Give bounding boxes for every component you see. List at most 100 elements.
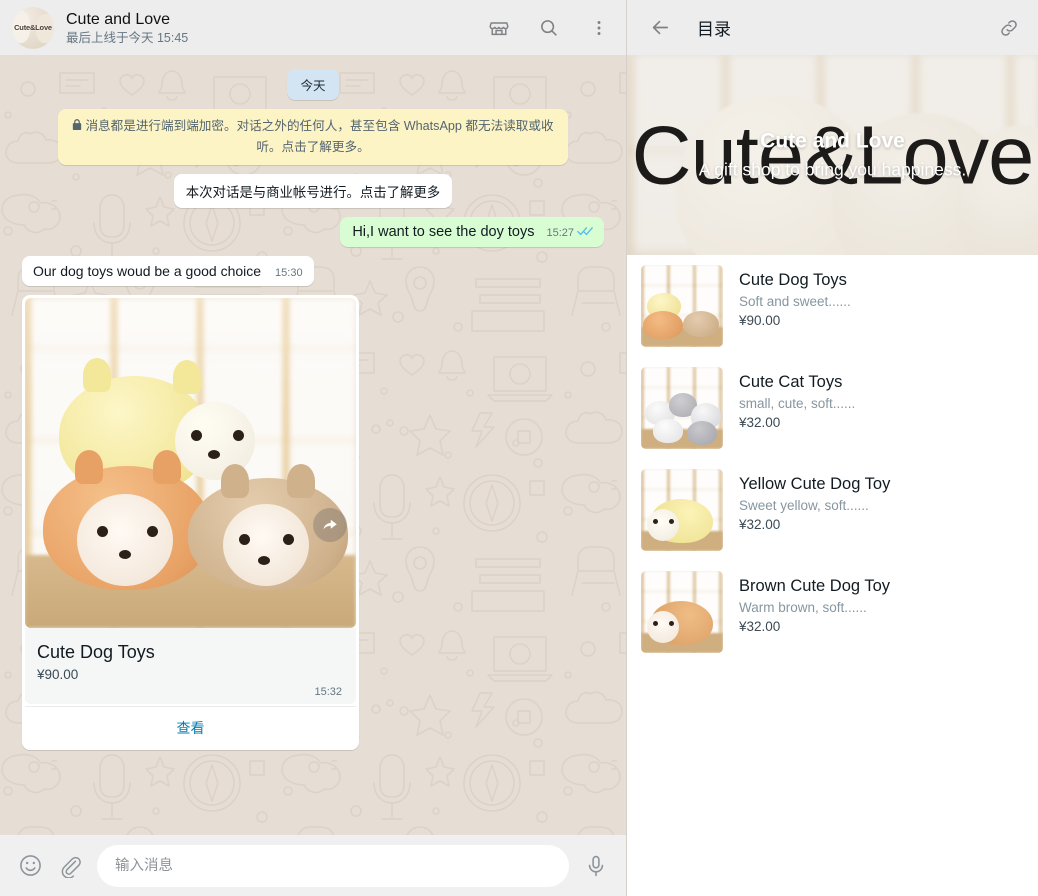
- plush-nose: [208, 450, 220, 459]
- product-description: small, cute, soft......: [739, 396, 1026, 411]
- chat-message-area[interactable]: 今天 消息都是进行端到端加密。对话之外的任何人，甚至包含 WhatsApp 都无…: [0, 55, 626, 835]
- thumb-plush-face: [647, 509, 679, 541]
- message-time: 15:27: [546, 227, 574, 239]
- message-text: Hi,I want to see the doy toys: [352, 224, 534, 240]
- thumb-plush-eye: [669, 519, 674, 524]
- business-notice-row: 本次对话是与商业帐号进行。点击了解更多: [22, 174, 604, 208]
- link-icon[interactable]: [996, 15, 1022, 41]
- product-details: Cute Cat Toys small, cute, soft...... ¥3…: [739, 367, 1038, 449]
- message-meta: 15:27: [546, 225, 594, 240]
- plush-brown-face: [223, 504, 309, 586]
- product-card-title: Cute Dog Toys: [37, 642, 344, 663]
- catalog-pane: 目录 Cute&Love Cute and Love A gift shop t…: [627, 0, 1038, 896]
- lock-icon: [72, 117, 82, 137]
- product-thumbnail: [641, 265, 723, 347]
- product-image[interactable]: [25, 298, 356, 628]
- list-item[interactable]: Cute Dog Toys Soft and sweet...... ¥90.0…: [627, 255, 1038, 357]
- product-card-time: 15:32: [37, 686, 344, 698]
- plush-eye: [283, 534, 294, 545]
- product-card-price: ¥90.00: [37, 667, 344, 682]
- message-text: Our dog toys woud be a good choice: [33, 263, 261, 279]
- list-item[interactable]: Yellow Cute Dog Toy Sweet yellow, soft..…: [627, 459, 1038, 561]
- product-name: Brown Cute Dog Toy: [739, 575, 1026, 597]
- chat-header-actions: [486, 15, 612, 41]
- paperclip-icon[interactable]: [57, 853, 83, 879]
- thumb-plush-face: [647, 611, 679, 643]
- plush-eye: [97, 526, 108, 537]
- overflow-menu-icon[interactable]: [586, 15, 612, 41]
- shop-name: Cute and Love: [627, 130, 1038, 154]
- avatar[interactable]: Cute&Love: [12, 7, 54, 49]
- product-description: Warm brown, soft......: [739, 600, 1026, 615]
- product-details: Yellow Cute Dog Toy Sweet yellow, soft..…: [739, 469, 1038, 551]
- product-description: Sweet yellow, soft......: [739, 498, 1026, 513]
- thumb-plush: [687, 421, 717, 445]
- contact-status: 最后上线于今天 15:45: [66, 30, 474, 46]
- thumb-plush: [643, 311, 683, 339]
- chat-header-text[interactable]: Cute and Love 最后上线于今天 15:45: [66, 10, 474, 46]
- outgoing-message-bubble[interactable]: Hi,I want to see the doy toys 15:27: [340, 217, 604, 247]
- product-card-row: Cute Dog Toys ¥90.00 15:32 查看: [22, 295, 604, 750]
- avatar-label: Cute&Love: [14, 23, 52, 32]
- thumb-plush: [683, 311, 719, 337]
- plush-nose: [119, 550, 131, 559]
- message-input[interactable]: [97, 845, 569, 887]
- plush-eye: [233, 430, 244, 441]
- thumb-plush: [653, 419, 683, 443]
- plush-ear: [287, 464, 315, 498]
- plush-nose: [258, 556, 270, 565]
- product-details: Cute Dog Toys Soft and sweet...... ¥90.0…: [739, 265, 1038, 347]
- product-price: ¥32.00: [739, 619, 1026, 634]
- message-list: 今天 消息都是进行端到端加密。对话之外的任何人，甚至包含 WhatsApp 都无…: [0, 55, 626, 835]
- product-name: Cute Dog Toys: [739, 269, 1026, 291]
- list-item[interactable]: Cute Cat Toys small, cute, soft...... ¥3…: [627, 357, 1038, 459]
- view-product-button[interactable]: 查看: [25, 707, 356, 750]
- thumb-plush-eye: [669, 621, 674, 626]
- product-card-info: Cute Dog Toys ¥90.00 15:32: [25, 628, 356, 704]
- emoji-smiley-icon[interactable]: [17, 853, 43, 879]
- message-time: 15:30: [275, 267, 303, 279]
- plush-eye: [239, 534, 250, 545]
- message-row-incoming: Our dog toys woud be a good choice 15:30: [22, 256, 604, 286]
- microphone-icon[interactable]: [583, 853, 609, 879]
- incoming-message-bubble[interactable]: Our dog toys woud be a good choice 15:30: [22, 256, 314, 286]
- product-price: ¥90.00: [739, 313, 1026, 328]
- read-receipt-icon: [577, 225, 594, 240]
- date-pill: 今天: [287, 69, 338, 100]
- forward-arrow-icon[interactable]: [313, 508, 347, 542]
- product-price: ¥32.00: [739, 517, 1026, 532]
- plush-ear: [83, 358, 111, 392]
- plush-ear: [75, 450, 103, 484]
- message-row-outgoing: Hi,I want to see the doy toys 15:27: [22, 217, 604, 247]
- product-name: Cute Cat Toys: [739, 371, 1026, 393]
- catalog-header: 目录: [627, 0, 1038, 55]
- app-root: Cute&Love Cute and Love 最后上线于今天 15:45: [0, 0, 1038, 896]
- back-arrow-icon[interactable]: [647, 15, 673, 41]
- product-thumbnail: [641, 469, 723, 551]
- search-icon[interactable]: [536, 15, 562, 41]
- encryption-notice-row: 消息都是进行端到端加密。对话之外的任何人，甚至包含 WhatsApp 都无法读取…: [22, 109, 604, 165]
- product-price: ¥32.00: [739, 415, 1026, 430]
- plush-eye: [147, 526, 158, 537]
- chat-composer: [0, 835, 626, 896]
- catalog-title: 目录: [697, 15, 972, 40]
- catalog-banner: Cute&Love Cute and Love A gift shop to b…: [627, 55, 1038, 255]
- date-separator-row: 今天: [22, 69, 604, 100]
- list-item[interactable]: Brown Cute Dog Toy Warm brown, soft.....…: [627, 561, 1038, 663]
- product-list[interactable]: Cute Dog Toys Soft and sweet...... ¥90.0…: [627, 255, 1038, 896]
- plush-orange-face: [77, 494, 173, 586]
- encryption-notice-text: 消息都是进行端到端加密。对话之外的任何人，甚至包含 WhatsApp 都无法读取…: [85, 119, 553, 154]
- product-details: Brown Cute Dog Toy Warm brown, soft.....…: [739, 571, 1038, 653]
- business-account-notice[interactable]: 本次对话是与商业帐号进行。点击了解更多: [174, 174, 452, 208]
- product-card-body: Cute Dog Toys ¥90.00 15:32: [25, 628, 356, 704]
- shop-tagline: A gift shop to bring you happiness.: [627, 160, 1038, 181]
- encryption-notice[interactable]: 消息都是进行端到端加密。对话之外的任何人，甚至包含 WhatsApp 都无法读取…: [58, 109, 568, 165]
- plush-eye: [191, 430, 202, 441]
- contact-name: Cute and Love: [66, 10, 474, 29]
- thumb-plush-eye: [653, 621, 658, 626]
- product-message-card[interactable]: Cute Dog Toys ¥90.00 15:32 查看: [22, 295, 359, 750]
- product-description: Soft and sweet......: [739, 294, 1026, 309]
- plush-ear: [221, 464, 249, 498]
- storefront-icon[interactable]: [486, 15, 512, 41]
- thumb-plush-eye: [653, 519, 658, 524]
